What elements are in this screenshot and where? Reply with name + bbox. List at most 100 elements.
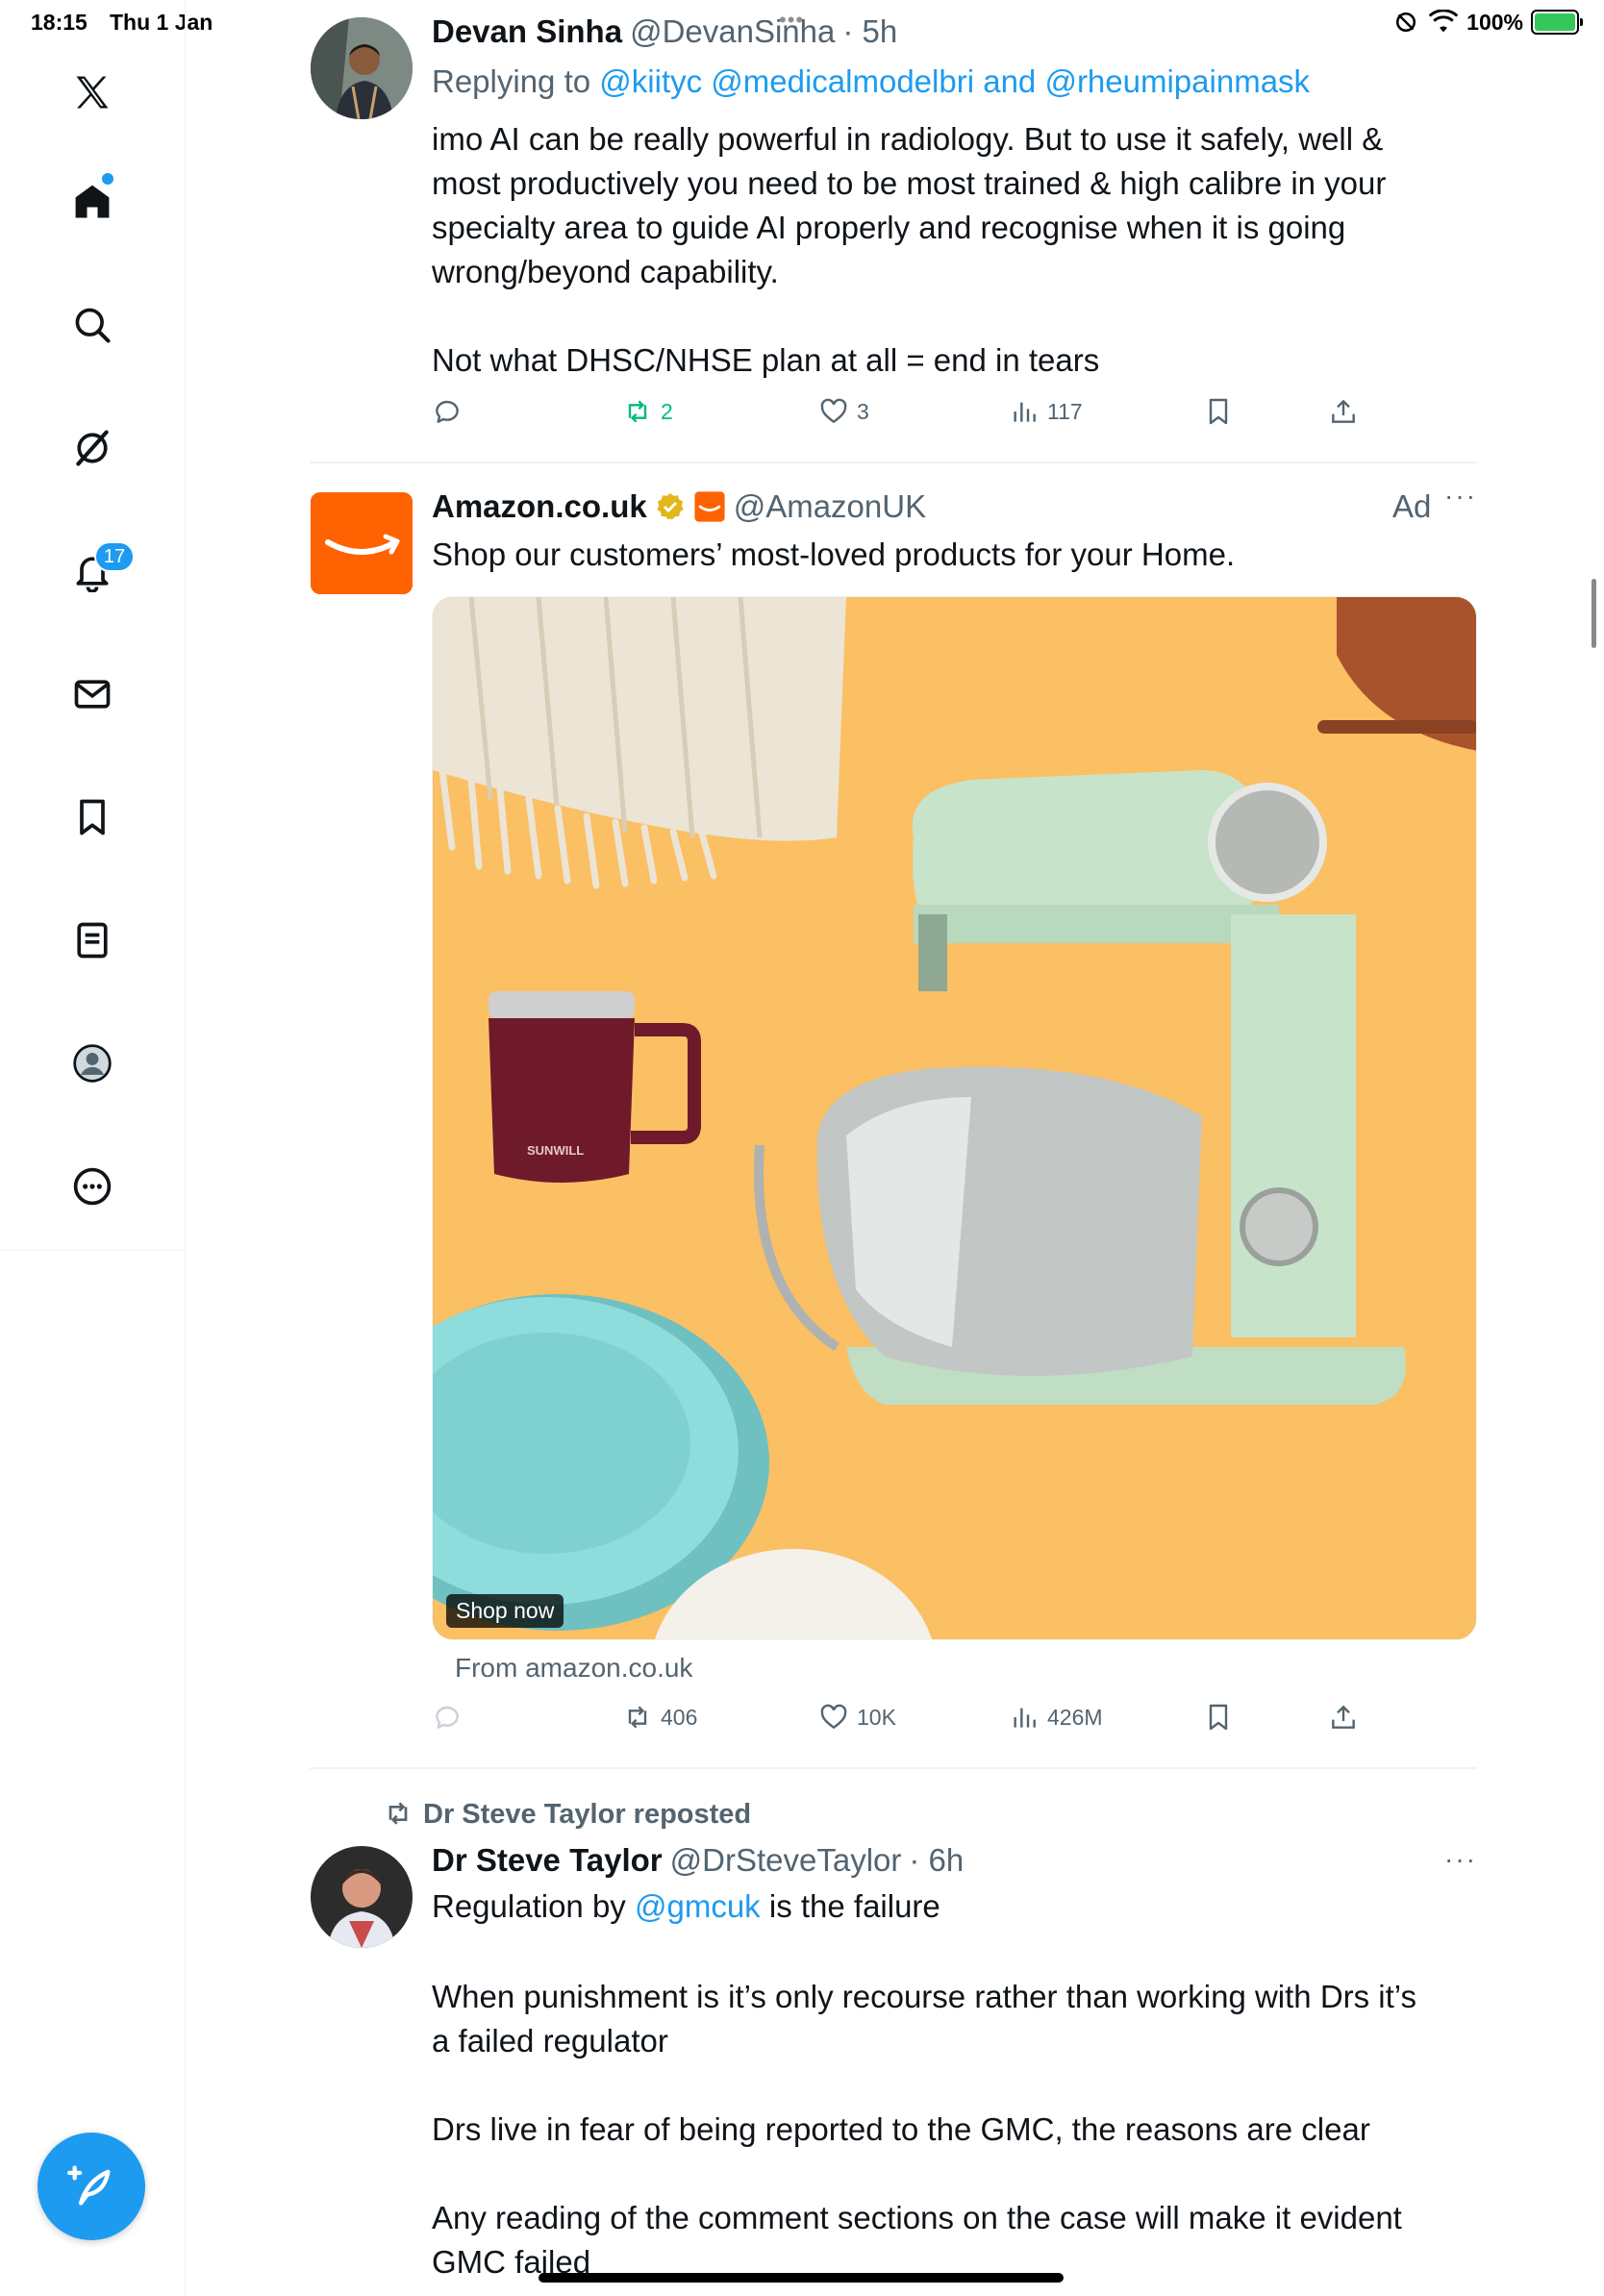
post-header: Dr Steve Taylor @DrSteveTaylor · 6h <box>432 1842 964 1879</box>
messages-envelope-icon[interactable] <box>63 665 121 723</box>
views-button[interactable]: 426M <box>1009 1702 1103 1733</box>
post-text-line: wrong/beyond capability. <box>432 254 779 289</box>
sidebar-separator <box>0 1250 186 1251</box>
heart-icon <box>820 1704 847 1730</box>
replying-label: Replying to <box>432 63 591 99</box>
like-button[interactable]: 3 <box>818 396 869 427</box>
like-count: 10K <box>857 1704 896 1730</box>
grok-icon[interactable] <box>63 419 121 477</box>
profile-avatar-icon[interactable] <box>63 1035 121 1092</box>
sidebar: 17 <box>0 0 186 2296</box>
bookmark-icon <box>1209 398 1228 425</box>
rotation-lock-icon <box>1396 12 1416 32</box>
author-name[interactable]: Dr Steve Taylor <box>432 1842 663 1879</box>
heart-icon <box>820 398 847 424</box>
bookmark-icon <box>1209 1704 1228 1731</box>
post-time[interactable]: · 5h <box>842 13 897 50</box>
share-icon <box>1332 1705 1355 1729</box>
repost-label[interactable]: Dr Steve Taylor reposted <box>423 1799 751 1830</box>
reply-icon <box>436 400 459 423</box>
share-icon <box>1332 399 1355 423</box>
compose-post-button[interactable] <box>38 2133 145 2240</box>
post-text-line: most productively you need to be most tr… <box>432 165 1387 201</box>
scrollbar[interactable] <box>1591 579 1596 648</box>
views-chart-icon <box>1014 1708 1036 1728</box>
post-text-line: Drs live in fear of being reported to th… <box>432 2111 1370 2147</box>
search-icon[interactable] <box>63 296 121 354</box>
verified-gold-badge-icon <box>656 493 684 520</box>
post-actions: 2 3 117 <box>432 396 1384 438</box>
share-button[interactable] <box>1328 396 1359 427</box>
x-logo-icon[interactable] <box>63 63 121 121</box>
reply-button[interactable] <box>432 396 463 427</box>
author-name[interactable]: Amazon.co.uk <box>432 488 647 525</box>
author-name[interactable]: Devan Sinha <box>432 13 622 50</box>
post-header: Amazon.co.uk @AmazonUK <box>432 488 926 525</box>
more-options-icon[interactable]: ··· <box>1444 481 1477 512</box>
retweet-count: 2 <box>661 398 673 424</box>
post-text-line: specialty area to guide AI properly and … <box>432 210 1346 245</box>
post-text-line: Not what DHSC/NHSE plan at all = end in … <box>432 342 1100 378</box>
views-count: 426M <box>1047 1704 1103 1730</box>
avatar-devan-sinha[interactable] <box>311 17 413 119</box>
repost-icon <box>388 1802 408 1825</box>
compose-feather-icon <box>67 2165 111 2206</box>
bookmark-button[interactable] <box>1203 1702 1234 1733</box>
lists-icon[interactable] <box>63 911 121 969</box>
home-indicator[interactable] <box>539 2273 1064 2283</box>
post-time[interactable]: · 6h <box>909 1842 964 1879</box>
replying-to-line: Replying to @kiityc @medicalmodelbri and… <box>432 60 1310 104</box>
post-text-line: When punishment is it’s only recourse ra… <box>432 1979 1417 2014</box>
views-count: 117 <box>1047 398 1083 424</box>
repost-line: Dr Steve Taylor reposted <box>383 1792 751 1836</box>
post-divider <box>310 462 1477 463</box>
amazon-smile-logo-icon <box>311 492 413 594</box>
ad-text: Shop our customers’ most-loved products … <box>432 537 1236 572</box>
battery-icon <box>1531 10 1583 35</box>
more-options-icon[interactable] <box>63 1158 121 1215</box>
notifications-badge: 17 <box>94 541 135 572</box>
author-handle[interactable]: @AmazonUK <box>734 488 926 525</box>
ad-source-link[interactable]: From amazon.co.uk <box>455 1646 692 1690</box>
replying-to-handles[interactable]: @kiityc @medicalmodelbri and @rheumipain… <box>599 63 1310 99</box>
new-content-dot <box>102 173 113 185</box>
reply-button[interactable] <box>432 1702 463 1733</box>
post-text-line: Regulation by @gmcuk is the failure <box>432 1884 940 1929</box>
avatar-dr-steve-taylor[interactable] <box>311 1846 413 1948</box>
reply-icon <box>436 1706 459 1729</box>
post-text-line: a failed regulator <box>432 2023 668 2059</box>
shop-now-button[interactable]: Shop now <box>446 1594 564 1628</box>
views-button[interactable]: 117 <box>1009 396 1083 427</box>
post-header: Devan Sinha @DevanSinha · 5h <box>432 13 897 50</box>
retweet-button[interactable]: 2 <box>622 396 673 427</box>
post-divider <box>310 1767 1477 1769</box>
avatar-amazon[interactable] <box>311 492 413 594</box>
like-button[interactable]: 10K <box>818 1702 896 1733</box>
views-chart-icon <box>1014 402 1036 422</box>
retweet-count: 406 <box>661 1704 698 1730</box>
text-segment: Regulation by <box>432 1888 635 1924</box>
mention-gmcuk[interactable]: @gmcuk <box>635 1888 761 1924</box>
ad-product-image[interactable]: SUNWILL Shop now <box>432 596 1477 1640</box>
retweet-icon <box>628 400 647 423</box>
share-button[interactable] <box>1328 1702 1359 1733</box>
retweet-button[interactable]: 406 <box>622 1702 697 1733</box>
ad-label: Ad <box>1392 488 1432 524</box>
bookmarks-icon[interactable] <box>63 788 121 846</box>
author-handle[interactable]: @DevanSinha <box>630 13 835 50</box>
text-segment: is the failure <box>760 1888 940 1924</box>
post-text-line: imo AI can be really powerful in radiolo… <box>432 121 1384 157</box>
like-count: 3 <box>857 398 869 424</box>
wifi-icon <box>1428 10 1459 33</box>
product-photo: SUNWILL <box>433 597 1476 1639</box>
post-actions: 406 10K 426M <box>432 1702 1384 1744</box>
retweet-icon <box>628 1706 647 1729</box>
bookmark-button[interactable] <box>1203 396 1234 427</box>
amazon-affiliate-badge-icon <box>694 491 725 522</box>
status-right: 100% <box>1391 8 1583 37</box>
post-text-line: Any reading of the comment sections on t… <box>432 2200 1402 2235</box>
author-handle[interactable]: @DrSteveTaylor <box>670 1842 902 1879</box>
mug-brand-text: SUNWILL <box>527 1143 584 1158</box>
battery-percent: 100% <box>1466 9 1523 35</box>
more-options-icon[interactable]: ··· <box>1444 1844 1477 1875</box>
